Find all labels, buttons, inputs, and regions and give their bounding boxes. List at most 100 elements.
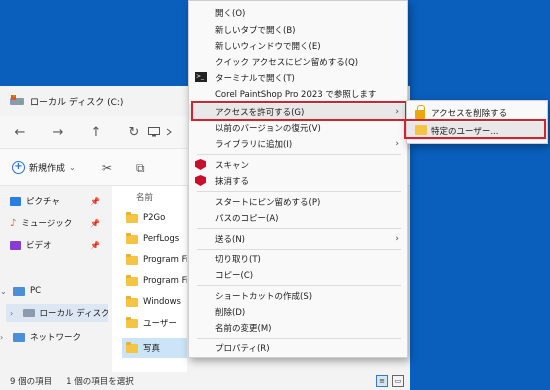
menu-separator <box>197 191 401 192</box>
list-item-selected[interactable]: 写真 <box>122 338 187 358</box>
menu-item-paintshop[interactable]: Corel PaintShop Pro 2023 で参照します <box>189 86 407 102</box>
tiles-view-icon[interactable]: ▭ <box>392 375 404 387</box>
folder-icon <box>126 274 138 286</box>
highlight-specific-user <box>404 119 546 139</box>
menu-item-send-to[interactable]: 送る(N) › <box>189 231 407 247</box>
details-view-icon[interactable]: ≡ <box>376 375 388 387</box>
menu-item-label: 名前の変更(M) <box>215 324 272 334</box>
menu-separator <box>197 154 401 155</box>
menu-item-open-new-window[interactable]: 新しいウィンドウで開く(E) <box>189 38 407 54</box>
address-bar[interactable] <box>148 122 188 142</box>
menu-item-label: プロパティ(R) <box>215 344 270 354</box>
menu-item-rename[interactable]: 名前の変更(M) <box>189 320 407 336</box>
sidebar-item-label: PC <box>30 286 42 296</box>
file-name: Windows <box>143 297 181 307</box>
file-name: Program Files <box>143 255 187 265</box>
menu-item-create-shortcut[interactable]: ショートカットの作成(S) <box>189 288 407 304</box>
sidebar-item-label: ローカル ディスク <box>39 309 108 319</box>
list-item[interactable]: ユーザー <box>126 313 187 333</box>
menu-separator <box>197 285 401 286</box>
menu-item-label: 新しいタブで開く(B) <box>215 26 296 36</box>
pin-icon: 📌 <box>90 196 100 206</box>
list-item[interactable]: Windows <box>126 292 187 312</box>
menu-item-restore-versions[interactable]: 以前のバージョンの復元(V) <box>189 120 407 136</box>
menu-item-pin-start[interactable]: スタートにピン留めする(P) <box>189 194 407 210</box>
view-switcher: ≡ ▭ <box>376 375 404 387</box>
menu-item-label: 削除(D) <box>215 308 246 318</box>
folder-icon <box>126 316 138 328</box>
highlight-grant-access <box>191 101 407 121</box>
sidebar-item-label: ミュージック <box>21 219 73 229</box>
sidebar-item-pictures[interactable]: ピクチャ 📌 <box>10 192 106 210</box>
copy-icon[interactable]: ⧉ <box>136 161 145 176</box>
mcafee-icon <box>195 159 207 171</box>
up-button[interactable]: ↑ <box>86 125 106 140</box>
menu-item-add-to-library[interactable]: ライブラリに追加(I) › <box>189 136 407 152</box>
forward-button[interactable]: → <box>48 125 68 140</box>
file-name: 写真 <box>143 344 161 354</box>
monitor-icon <box>148 127 160 137</box>
list-item[interactable]: P2Go <box>126 208 187 228</box>
sidebar-item-network[interactable]: › ネットワーク <box>0 328 96 346</box>
plus-icon: + <box>12 160 25 174</box>
menu-item-delete[interactable]: 削除(D) <box>189 304 407 320</box>
menu-item-cut[interactable]: 切り取り(T) <box>189 251 407 267</box>
selection-count: 1 個の項目を選択 <box>66 377 134 387</box>
menu-item-label: 以前のバージョンの復元(V) <box>215 124 321 134</box>
sidebar-item-video[interactable]: ビデオ 📌 <box>10 236 106 254</box>
menu-item-copy-path[interactable]: パスのコピー(A) <box>189 210 407 226</box>
menu-item-label: 新しいウィンドウで開く(E) <box>215 42 321 52</box>
network-icon <box>13 332 25 342</box>
window-tab-title[interactable]: ローカル ディスク (C:) <box>30 95 123 108</box>
folder-icon <box>126 341 138 353</box>
chevron-right-icon: › <box>395 139 399 149</box>
sidebar-item-pc[interactable]: ⌄ PC <box>0 282 96 300</box>
file-name: Program Files (x86) <box>143 276 187 286</box>
chevron-down-icon: ⌄ <box>69 162 76 172</box>
music-icon: ♪ <box>10 217 17 229</box>
refresh-button[interactable]: ↻ <box>124 125 144 140</box>
back-button[interactable]: ← <box>10 125 30 140</box>
menu-item-properties[interactable]: プロパティ(R) <box>189 340 407 356</box>
list-item[interactable]: Program Files <box>126 250 187 270</box>
file-name: PerfLogs <box>143 234 180 244</box>
context-menu: 開く(O) 新しいタブで開く(B) 新しいウィンドウで開く(E) クイック アク… <box>188 0 408 358</box>
menu-item-label: 送る(N) <box>215 235 245 245</box>
list-item[interactable]: PerfLogs <box>126 229 187 249</box>
menu-item-scan[interactable]: スキャン <box>189 157 407 173</box>
pictures-icon <box>10 196 21 206</box>
menu-item-open-new-tab[interactable]: 新しいタブで開く(B) <box>189 22 407 38</box>
menu-item-copy[interactable]: コピー(C) <box>189 267 407 283</box>
menu-separator <box>197 338 401 339</box>
menu-item-label: スタートにピン留めする(P) <box>215 198 321 208</box>
folder-icon <box>126 253 138 265</box>
menu-item-open[interactable]: 開く(O) <box>189 5 407 21</box>
status-bar: 9 個の項目 1 個の項目を選択 ≡ ▭ <box>0 372 410 390</box>
menu-item-shred[interactable]: 抹消する <box>189 173 407 189</box>
file-name: P2Go <box>143 213 166 223</box>
column-header-name[interactable]: 名前 <box>136 191 153 203</box>
menu-item-label: 切り取り(T) <box>215 255 261 265</box>
chevron-right-icon: › <box>0 332 4 342</box>
menu-item-open-terminal[interactable]: >_ ターミナルで開く(T) <box>189 70 407 86</box>
menu-separator <box>197 249 401 250</box>
new-button[interactable]: + 新規作成 ⌄ <box>12 160 76 174</box>
folder-icon <box>126 295 138 307</box>
monitor-icon <box>13 286 25 296</box>
sidebar-item-label: ピクチャ <box>26 197 60 207</box>
chevron-right-icon: › <box>395 234 399 244</box>
menu-item-pin-quick-access[interactable]: クイック アクセスにピン留めする(Q) <box>189 54 407 70</box>
file-list: 名前 P2Go PerfLogs Program Files Program F… <box>112 186 187 372</box>
chevron-right-icon <box>166 128 172 136</box>
sidebar-item-local-disk[interactable]: › ローカル ディスク <box>6 304 108 322</box>
list-item[interactable]: Program Files (x86) <box>126 271 187 291</box>
sidebar-item-music[interactable]: ♪ ミュージック 📌 <box>10 214 106 232</box>
menu-item-label: クイック アクセスにピン留めする(Q) <box>215 58 359 68</box>
video-icon <box>10 240 21 250</box>
menu-item-label: ターミナルで開く(T) <box>215 74 295 84</box>
menu-item-label: アクセスを削除する <box>431 109 508 119</box>
cut-icon[interactable]: ✂ <box>102 161 112 175</box>
sidebar-item-label: ネットワーク <box>30 333 82 343</box>
chevron-right-icon: › <box>10 308 14 318</box>
pin-icon: 📌 <box>90 240 100 250</box>
